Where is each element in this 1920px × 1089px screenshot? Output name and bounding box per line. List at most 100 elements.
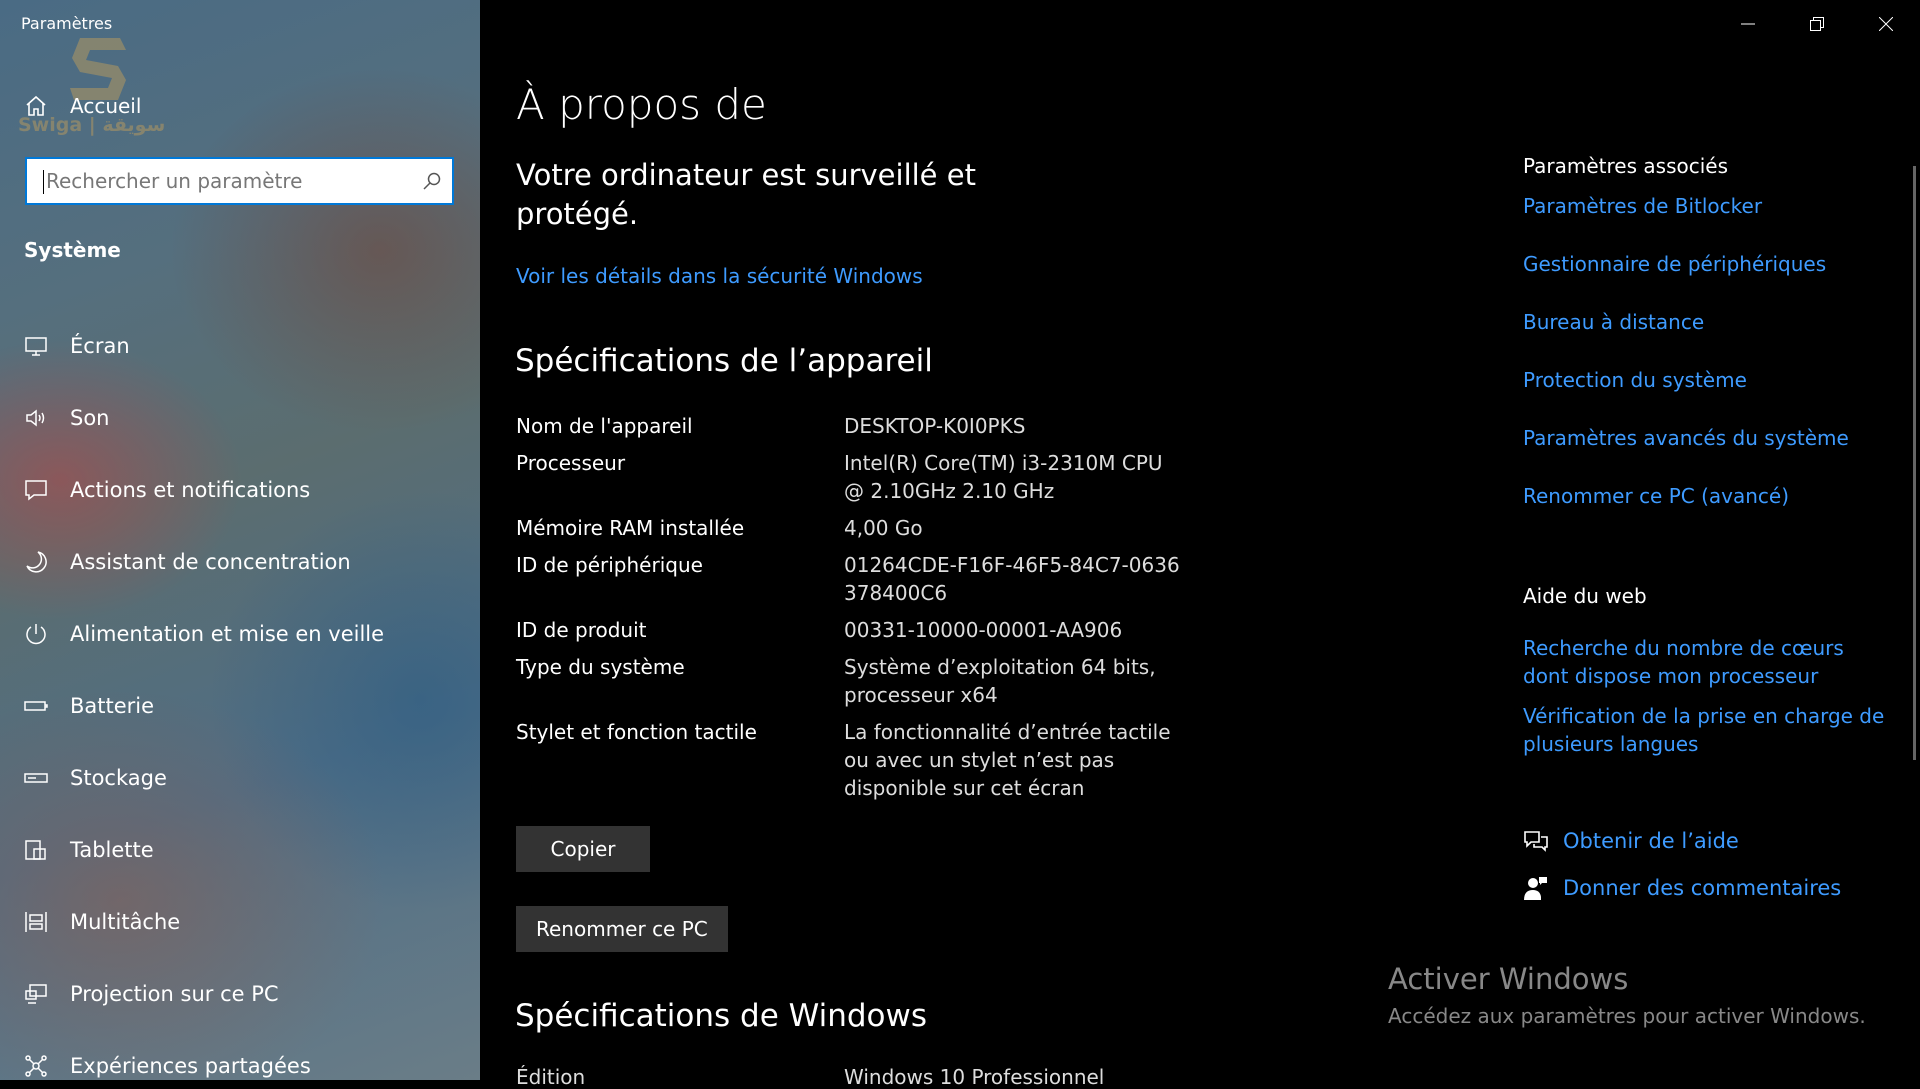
message-icon	[24, 478, 48, 502]
rename-pc-advanced-link[interactable]: Renommer ce PC (avancé)	[1523, 482, 1893, 510]
speaker-icon	[24, 406, 48, 430]
main-content: À propos de Votre ordinateur est surveil…	[480, 0, 1920, 1089]
web-help-heading: Aide du web	[1523, 584, 1647, 608]
activation-title: Activer Windows	[1388, 962, 1629, 996]
sidebar: Paramètres Swiga | سويقة Accueil Recherc…	[0, 0, 480, 1080]
get-help-link[interactable]: Obtenir de l’aide	[1523, 829, 1739, 853]
spec-row: Processeur Intel(R) Core(TM) i3-2310M CPU…	[516, 449, 1256, 505]
nav-item-label: Tablette	[70, 838, 154, 862]
multitask-icon	[24, 910, 48, 934]
minimize-icon	[1740, 23, 1755, 25]
chat-help-icon	[1524, 831, 1548, 852]
power-icon	[24, 622, 48, 646]
spec-value: Système d’exploitation 64 bits, processe…	[844, 655, 1156, 707]
activation-watermark: Activer Windows Accédez aux paramètres p…	[1388, 962, 1866, 1028]
nav-item-experiences[interactable]: Expériences partagées	[0, 1030, 480, 1080]
nav-item-concentration[interactable]: Assistant de concentration	[0, 526, 480, 598]
spec-value: 4,00 Go	[844, 516, 923, 540]
share-icon	[24, 1054, 48, 1078]
advanced-system-settings-link[interactable]: Paramètres avancés du système	[1523, 424, 1893, 452]
spec-key: ID de périphérique	[516, 553, 703, 577]
nav-item-actions[interactable]: Actions et notifications	[0, 454, 480, 526]
bitlocker-link[interactable]: Paramètres de Bitlocker	[1523, 192, 1893, 220]
security-details-link[interactable]: Voir les détails dans la sécurité Window…	[516, 264, 923, 288]
nav-item-multitache[interactable]: Multitâche	[0, 886, 480, 958]
nav-item-label: Stockage	[70, 766, 167, 790]
feedback-label: Donner des commentaires	[1563, 876, 1842, 900]
get-help-label: Obtenir de l’aide	[1563, 829, 1739, 853]
related-settings-heading: Paramètres associés	[1523, 154, 1728, 178]
nav-item-son[interactable]: Son	[0, 382, 480, 454]
tablet-icon	[24, 838, 48, 862]
windows-specs-heading: Spécifications de Windows	[515, 998, 928, 1034]
spec-key: Nom de l'appareil	[516, 414, 693, 438]
edition-value: Windows 10 Professionnel	[844, 1065, 1105, 1089]
nav-item-label: Assistant de concentration	[70, 550, 351, 574]
home-link[interactable]: Accueil	[24, 94, 141, 118]
search-input[interactable]: Rechercher un paramètre	[25, 157, 454, 205]
edition-key: Édition	[516, 1065, 586, 1089]
display-icon	[24, 334, 48, 358]
device-specs-table: Nom de l'appareil DESKTOP-K0I0PKS Process…	[516, 412, 1256, 811]
spec-key: Type du système	[516, 655, 685, 679]
protection-status: Votre ordinateur est surveillé et protég…	[516, 158, 976, 231]
spec-row: Stylet et fonction tactile La fonctionnal…	[516, 718, 1256, 802]
web-help-link-cores[interactable]: Recherche du nombre de cœurs dont dispos…	[1523, 634, 1893, 690]
nav-item-label: Écran	[70, 334, 130, 358]
section-title: Système	[24, 238, 121, 262]
nav-item-label: Multitâche	[70, 910, 181, 934]
moon-icon	[24, 550, 48, 574]
storage-icon	[24, 766, 48, 790]
spec-value: La fonctionnalité d’entrée tactile ou av…	[844, 720, 1171, 800]
nav-item-label: Alimentation et mise en veille	[70, 622, 385, 646]
text-caret	[43, 170, 44, 194]
nav-item-batterie[interactable]: Batterie	[0, 670, 480, 742]
page-title: À propos de	[516, 80, 767, 129]
projection-icon	[24, 982, 48, 1006]
battery-icon	[24, 694, 48, 718]
search-placeholder: Rechercher un paramètre	[46, 169, 303, 193]
close-button[interactable]	[1851, 0, 1920, 48]
watermark-logo: Swiga | سويقة	[18, 30, 168, 140]
activation-subtitle: Accédez aux paramètres pour activer Wind…	[1388, 1004, 1866, 1028]
spec-value: 00331-10000-00001-AA906	[844, 618, 1123, 642]
nav-item-ecran[interactable]: Écran	[0, 310, 480, 382]
search-icon[interactable]	[422, 171, 442, 191]
nav-list: Écran Son Actions et notifications Assis…	[0, 310, 480, 1080]
device-specs-heading: Spécifications de l’appareil	[515, 343, 933, 379]
restore-icon	[1809, 17, 1824, 31]
spec-row: Nom de l'appareil DESKTOP-K0I0PKS	[516, 412, 1256, 440]
spec-key: ID de produit	[516, 618, 647, 642]
nav-item-projection[interactable]: Projection sur ce PC	[0, 958, 480, 1030]
nav-item-label: Batterie	[70, 694, 155, 718]
web-help-link-languages[interactable]: Vérification de la prise en charge de pl…	[1523, 702, 1893, 758]
feedback-icon	[1524, 877, 1547, 900]
nav-item-label: Projection sur ce PC	[70, 982, 279, 1006]
spec-value: Intel(R) Core(TM) i3-2310M CPU @ 2.10GHz…	[844, 451, 1163, 503]
remote-desktop-link[interactable]: Bureau à distance	[1523, 308, 1893, 336]
nav-item-stockage[interactable]: Stockage	[0, 742, 480, 814]
spec-key: Processeur	[516, 451, 626, 475]
nav-item-label: Actions et notifications	[70, 478, 311, 502]
spec-key: Stylet et fonction tactile	[516, 720, 757, 744]
nav-item-label: Son	[70, 406, 110, 430]
spec-value: 01264CDE-F16F-46F5-84C7-0636378400C6	[844, 553, 1180, 605]
restore-button[interactable]	[1782, 0, 1851, 48]
home-icon	[26, 95, 46, 116]
close-icon	[1878, 17, 1893, 31]
scrollbar[interactable]	[1913, 166, 1916, 760]
spec-row: ID de périphérique 01264CDE-F16F-46F5-84C…	[516, 551, 1256, 607]
minimize-button[interactable]	[1713, 0, 1782, 48]
home-label: Accueil	[70, 94, 142, 118]
nav-item-label: Expériences partagées	[70, 1054, 311, 1078]
system-protection-link[interactable]: Protection du système	[1523, 366, 1893, 394]
spec-key: Mémoire RAM installée	[516, 516, 745, 540]
feedback-link[interactable]: Donner des commentaires	[1523, 875, 1841, 901]
window-controls	[1713, 0, 1920, 48]
rename-pc-button[interactable]: Renommer ce PC	[516, 906, 728, 952]
device-manager-link[interactable]: Gestionnaire de périphériques	[1523, 250, 1893, 278]
nav-item-alimentation[interactable]: Alimentation et mise en veille	[0, 598, 480, 670]
copy-button[interactable]: Copier	[516, 826, 650, 872]
nav-item-tablette[interactable]: Tablette	[0, 814, 480, 886]
spec-row: Type du système Système d’exploitation 64…	[516, 653, 1256, 709]
